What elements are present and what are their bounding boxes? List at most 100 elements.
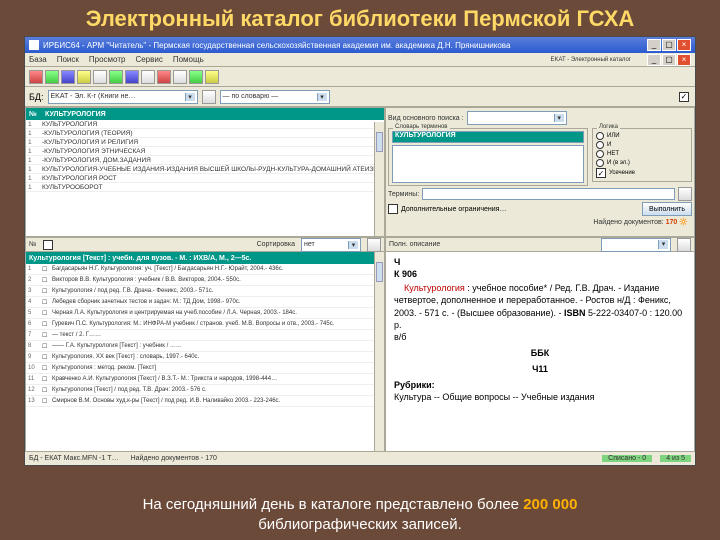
tool-icon-1[interactable] (29, 70, 43, 84)
results-list[interactable]: 1☐Багдасарьян Н.Г. Культурология: уч. [Т… (26, 264, 384, 407)
tool-icon-3[interactable] (61, 70, 75, 84)
app-window: ИРБИС64 - АРМ "Читатель" - Пермская госу… (24, 36, 696, 466)
result-row[interactable]: 3☐Культурология / под ред. Г.В. Драча.- … (26, 286, 384, 297)
bbk-label: ББК (394, 347, 686, 359)
isbn-label: ISBN (564, 308, 586, 318)
sort-tool-icon[interactable] (367, 238, 381, 252)
record-loc: в/б (394, 331, 686, 343)
format-combo[interactable]: ▾ (601, 238, 671, 252)
select-all-check[interactable] (43, 240, 53, 250)
menu-view[interactable]: Просмотр (89, 55, 126, 64)
status-right-1: Списано - 0 (602, 455, 652, 462)
sort-combo[interactable]: нет▾ (301, 238, 361, 252)
rubr-label: Рубрики: (394, 379, 686, 391)
terms-input[interactable] (422, 188, 675, 200)
record-subject: Культурология (404, 283, 465, 293)
record-lang: Ч (394, 256, 686, 268)
dict-row[interactable]: 1КУЛЬТУРОЛОГИЯ (26, 120, 384, 129)
view-label: Вид основного поиска : (388, 115, 464, 122)
menu-help[interactable]: Помощь (173, 55, 204, 64)
dict-row[interactable]: 1КУЛЬТУРОЛОГИЯ-УЧЕБНЫЕ ИЗДАНИЯ-ИЗДАНИЯ В… (26, 165, 384, 174)
clear-icon[interactable] (678, 187, 692, 201)
found-label: Найдено документов: (593, 219, 663, 226)
tool-icon-6[interactable] (109, 70, 123, 84)
term-input[interactable]: КУЛЬТУРОЛОГИЯ (392, 131, 584, 143)
db-label: БД: (29, 92, 44, 102)
tool-icon-2[interactable] (45, 70, 59, 84)
menu-search[interactable]: Поиск (57, 55, 79, 64)
result-row[interactable]: 2☐Викторов В.В. Культурология : учебник … (26, 275, 384, 286)
tool-icon-9[interactable] (157, 70, 171, 84)
search-panel: Вид основного поиска : ▾ Словарь термино… (385, 107, 695, 237)
scrollbar[interactable] (374, 252, 384, 464)
print-icon[interactable] (677, 238, 691, 252)
tool-icon-5[interactable] (93, 70, 107, 84)
dict-combo[interactable]: — по словарю — ▾ (220, 90, 330, 104)
result-row[interactable]: 6☐Гуревич П.С. Культурология: М.: ИНФРА-… (26, 319, 384, 330)
status-right-2: 4 из 5 (660, 455, 691, 462)
dict-row[interactable]: 1-КУЛЬТУРОЛОГИЯ ЭТНИЧЕСКАЯ (26, 147, 384, 156)
dict-row[interactable]: 1-КУЛЬТУРОЛОГИЯ И РЕЛИГИЯ (26, 138, 384, 147)
dict-combo-value: — по словарю — (223, 93, 279, 100)
tool-icon-10[interactable] (173, 70, 187, 84)
close-button[interactable]: × (677, 39, 691, 51)
chevron-down-icon: ▾ (185, 93, 195, 101)
terms-list[interactable] (392, 145, 584, 183)
result-row[interactable]: 9☐Культурология. XX век [Текст] : словар… (26, 352, 384, 363)
db-combo-value: EKAT - Эл. К-г (Книги не… (51, 93, 136, 100)
fulltext-check[interactable] (388, 204, 398, 214)
results-col-num: № (29, 241, 37, 248)
tool-icon-8[interactable] (141, 70, 155, 84)
result-row[interactable]: 5☐Черная Л.А. Культурология и центрируем… (26, 308, 384, 319)
menu-db[interactable]: База (29, 55, 47, 64)
trunc-check[interactable]: ✓ (596, 168, 606, 178)
window-titlebar: ИРБИС64 - АРМ "Читатель" - Пермская госу… (25, 37, 695, 53)
radio-andel[interactable] (596, 159, 604, 167)
dict-row[interactable]: 1КУЛЬТУРОЛОГИЯ РОСТ (26, 174, 384, 183)
result-row[interactable]: 8☐—— Г.А. Культурология [Текст] : учебни… (26, 341, 384, 352)
view-combo[interactable]: ▾ (467, 111, 567, 125)
found-count: 170 (666, 219, 678, 226)
result-row[interactable]: 4☐Лебедев сборник зачетных тестов и зада… (26, 297, 384, 308)
child-min-button[interactable]: _ (647, 54, 661, 66)
dict-col-num: № (29, 111, 45, 118)
tool-icon-11[interactable] (189, 70, 203, 84)
maximize-button[interactable]: ▢ (662, 39, 676, 51)
status-left-1: БД - ЕКАТ Макс.MFN -1 Т… (29, 455, 119, 462)
combo-tool-icon[interactable] (202, 90, 216, 104)
radio-or[interactable] (596, 132, 604, 140)
filterbar: БД: EKAT - Эл. К-г (Книги не… ▾ — по сло… (25, 87, 695, 107)
radio-and[interactable] (596, 141, 604, 149)
dictionary-list[interactable]: 1КУЛЬТУРОЛОГИЯ1-КУЛЬТУРОЛОГИЯ (ТЕОРИЯ)1-… (26, 120, 384, 192)
result-row[interactable]: 13☐Смирнов В.М. Основы худ.к-ры [Текст] … (26, 396, 384, 407)
result-row[interactable]: 7☐— текст / 2. Г…… (26, 330, 384, 341)
dictionary-panel: № КУЛЬТУРОЛОГИЯ 1КУЛЬТУРОЛОГИЯ1-КУЛЬТУРО… (25, 107, 385, 237)
tool-icon-7[interactable] (125, 70, 139, 84)
child-max-button[interactable]: ▢ (662, 54, 676, 66)
fulltext-label: Дополнительные ограничения… (401, 206, 506, 213)
logic-group-label: Логика (597, 124, 620, 130)
tool-icon-4[interactable] (77, 70, 91, 84)
results-panel: № Сортировка нет▾ Культурология [Текст] … (25, 237, 385, 465)
child-close-button[interactable]: × (677, 54, 691, 66)
result-row[interactable]: 1☐Багдасарьян Н.Г. Культурология: уч. [Т… (26, 264, 384, 275)
result-row[interactable]: 11☐Кравченко А.И. Культурология [Текст] … (26, 374, 384, 385)
filter-checkbox[interactable]: ✓ (679, 92, 689, 102)
db-combo[interactable]: EKAT - Эл. К-г (Книги не… ▾ (48, 90, 198, 104)
scrollbar[interactable] (374, 122, 384, 236)
menu-service[interactable]: Сервис (135, 55, 162, 64)
search-button[interactable]: Выполнить (642, 202, 692, 216)
tool-icon-12[interactable] (205, 70, 219, 84)
minimize-button[interactable]: _ (647, 39, 661, 51)
tab-label: EKAT - Электронный каталог (550, 57, 631, 63)
record-view: Полн. описание ▾ Ч К 906 Культурология :… (385, 237, 695, 465)
dict-row[interactable]: 1-КУЛЬТУРОЛОГИЯ, ДОМ.ЗАДАНИЯ (26, 156, 384, 165)
slide-title: Электронный каталог библиотеки Пермской … (0, 0, 720, 36)
toolbar (25, 67, 695, 87)
result-row[interactable]: 12☐Культурология [Текст] / под ред. Т.В.… (26, 385, 384, 396)
dict-row[interactable]: 1КУЛЬТУРООБОРОТ (26, 183, 384, 192)
result-row[interactable]: 10☐Культурология : метод. реком. [Текст] (26, 363, 384, 374)
radio-not[interactable] (596, 150, 604, 158)
dict-col-term: КУЛЬТУРОЛОГИЯ (45, 111, 106, 118)
dict-row[interactable]: 1-КУЛЬТУРОЛОГИЯ (ТЕОРИЯ) (26, 129, 384, 138)
